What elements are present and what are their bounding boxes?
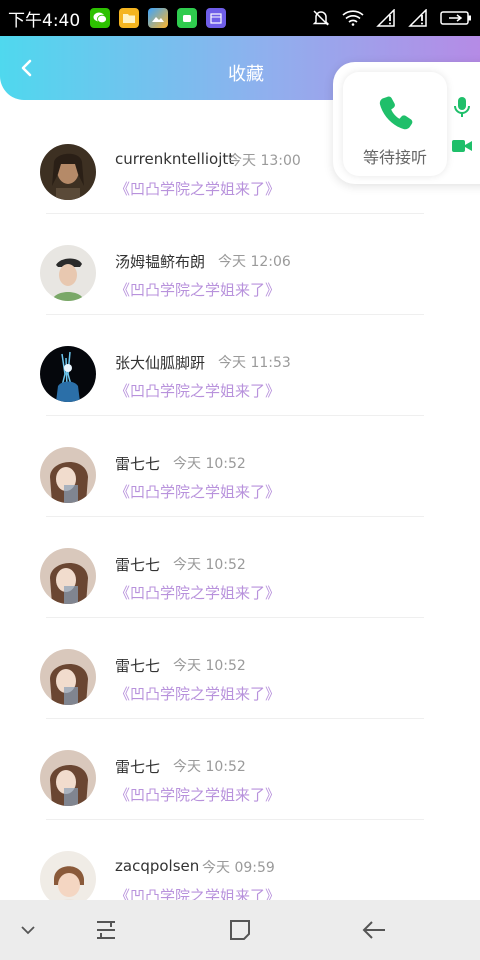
list-item[interactable]: currenkntelliojtt 今天 13:00 《凹凸学院之学姐来了》 xyxy=(0,108,480,214)
avatar[interactable] xyxy=(40,144,96,200)
avatar[interactable] xyxy=(40,750,96,806)
avatar[interactable] xyxy=(40,649,96,705)
status-time: 下午4:40 xyxy=(8,10,81,31)
list-item[interactable]: 张大仙胍脚趼 今天 11:53 《凹凸学院之学姐来了》 xyxy=(0,310,480,416)
item-time: 今天 10:52 xyxy=(173,658,246,674)
android-market-icon xyxy=(177,8,198,28)
chevron-down-icon[interactable] xyxy=(11,914,45,946)
recent-apps-icon[interactable] xyxy=(89,914,123,946)
item-subtitle[interactable]: 《凹凸学院之学姐来了》 xyxy=(115,582,280,603)
calendar-icon xyxy=(206,8,227,28)
item-subtitle[interactable]: 《凹凸学院之学姐来了》 xyxy=(115,683,280,704)
avatar[interactable] xyxy=(40,851,96,907)
signal-2-icon xyxy=(408,9,428,27)
item-name: zacqpolsen xyxy=(115,857,200,875)
item-subtitle[interactable]: 《凹凸学院之学姐来了》 xyxy=(115,279,280,300)
item-time: 今天 11:53 xyxy=(218,355,291,371)
gallery-icon xyxy=(148,8,169,28)
list-item[interactable]: 雷七七 今天 10:52 《凹凸学院之学姐来了》 xyxy=(0,411,480,517)
home-icon[interactable] xyxy=(223,914,257,946)
item-name: 汤姆韫鲚布朗 xyxy=(115,253,206,271)
item-time: 今天 09:59 xyxy=(202,860,275,876)
avatar[interactable] xyxy=(40,346,96,402)
list-item[interactable]: 雷七七 今天 10:52 《凹凸学院之学姐来了》 xyxy=(0,512,480,618)
avatar[interactable] xyxy=(40,447,96,503)
wifi-icon xyxy=(342,10,364,26)
navigation-bar xyxy=(0,900,480,960)
item-subtitle[interactable]: 《凹凸学院之学姐来了》 xyxy=(115,380,280,401)
item-time: 今天 10:52 xyxy=(173,456,246,472)
item-subtitle[interactable]: 《凹凸学院之学姐来了》 xyxy=(115,784,280,805)
back-arrow-icon[interactable] xyxy=(357,914,391,946)
item-name: 雷七七 xyxy=(115,556,161,574)
item-name: 雷七七 xyxy=(115,758,161,776)
battery-icon xyxy=(440,10,472,26)
list-item[interactable]: 雷七七 今天 10:52 《凹凸学院之学姐来了》 xyxy=(0,613,480,719)
avatar[interactable] xyxy=(40,548,96,604)
folder-icon xyxy=(119,8,140,28)
item-time: 今天 10:52 xyxy=(173,759,246,775)
item-time: 今天 12:06 xyxy=(218,254,291,270)
item-time: 今天 13:00 xyxy=(228,153,301,169)
list-item[interactable]: 雷七七 今天 10:52 《凹凸学院之学姐来了》 xyxy=(0,714,480,820)
list-item[interactable]: 汤姆韫鲚布朗 今天 12:06 《凹凸学院之学姐来了》 xyxy=(0,209,480,315)
signal-1-icon xyxy=(376,9,396,27)
item-name: 张大仙胍脚趼 xyxy=(115,354,206,372)
item-subtitle[interactable]: 《凹凸学院之学姐来了》 xyxy=(115,178,280,199)
item-time: 今天 10:52 xyxy=(173,557,246,573)
item-name: 雷七七 xyxy=(115,657,161,675)
item-name: 雷七七 xyxy=(115,455,161,473)
wechat-icon xyxy=(90,8,111,28)
avatar[interactable] xyxy=(40,245,96,301)
mute-bell-icon xyxy=(312,9,330,27)
item-name: currenkntelliojtt xyxy=(115,150,235,168)
item-subtitle[interactable]: 《凹凸学院之学姐来了》 xyxy=(115,481,280,502)
status-bar: 下午4:40 xyxy=(0,0,480,36)
